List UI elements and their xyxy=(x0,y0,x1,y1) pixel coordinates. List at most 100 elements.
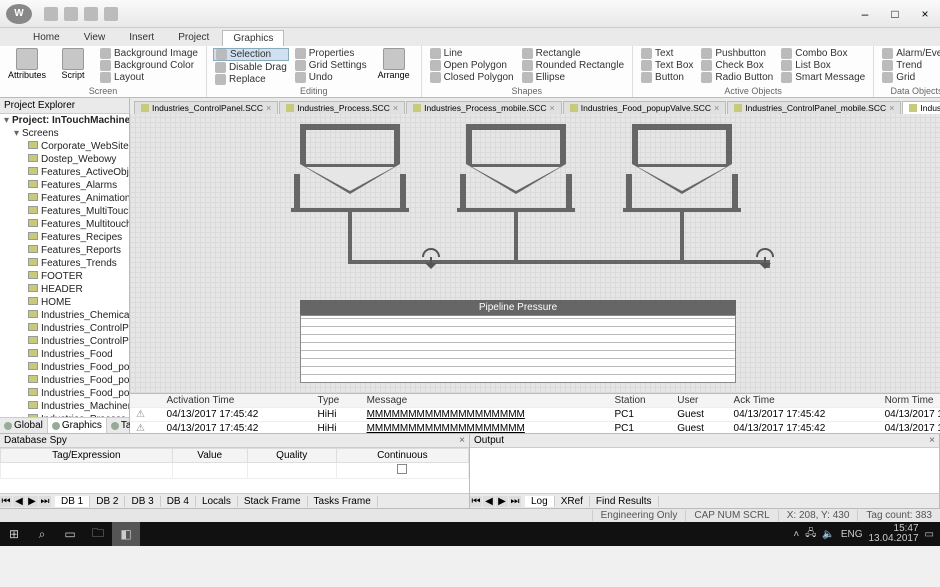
alarm-col-header[interactable]: Activation Time xyxy=(161,394,312,408)
arrange-button[interactable]: Arrange xyxy=(373,48,415,85)
tree-item[interactable]: Features_Alarms xyxy=(0,179,129,192)
dbspy-foot-tab[interactable]: Tasks Frame xyxy=(308,496,378,507)
valve-2[interactable] xyxy=(756,248,774,266)
alarm-col-header[interactable]: Message xyxy=(361,394,609,408)
tree-root[interactable]: ▾Project: InTouchMachineEdition.AP xyxy=(0,114,129,127)
dbspy-col-continuous[interactable]: Continuous xyxy=(336,449,468,463)
maximize-button[interactable]: □ xyxy=(880,3,910,25)
selection-button[interactable]: Selection xyxy=(213,48,289,61)
nav-first-icon[interactable]: ⏮ xyxy=(0,496,12,507)
dbspy-foot-tab[interactable]: Stack Frame xyxy=(238,496,308,507)
ribbon-tab-project[interactable]: Project xyxy=(167,29,220,46)
pipeline-pressure-table[interactable]: Pipeline Pressure xyxy=(300,300,736,383)
dbspy-foot-tab[interactable]: Locals xyxy=(196,496,238,507)
tree-item[interactable]: Industries_Food_popupMoto xyxy=(0,361,129,374)
nav-next-icon[interactable]: ▶ xyxy=(26,496,38,507)
nav-first-icon[interactable]: ⏮ xyxy=(470,496,482,507)
ribbon-tab-graphics[interactable]: Graphics xyxy=(222,30,284,46)
taskview-button[interactable]: ▭ xyxy=(56,522,84,546)
alarm-col-header[interactable] xyxy=(130,394,161,408)
checkbox-button[interactable]: Check Box xyxy=(699,60,775,71)
tree-item[interactable]: FOOTER xyxy=(0,270,129,283)
hopper-2[interactable] xyxy=(466,124,566,194)
pipe-1[interactable] xyxy=(348,208,352,260)
tree-item[interactable]: Industries_ControlPanel_mob xyxy=(0,335,129,348)
dbspy-foot-tab[interactable]: DB 4 xyxy=(161,496,196,507)
alarm-col-header[interactable]: Norm Time xyxy=(879,394,940,408)
output-body[interactable] xyxy=(470,448,939,493)
tree-item[interactable]: Features_Multitouch_popupFl xyxy=(0,218,129,231)
hopper-1[interactable] xyxy=(300,124,400,194)
dbspy-col-tag[interactable]: Tag/Expression xyxy=(1,449,173,463)
tree-item[interactable]: Features_ActiveObjects xyxy=(0,166,129,179)
search-button[interactable]: ⌕ xyxy=(28,522,56,546)
alarm-row[interactable]: ⚠04/13/2017 17:45:42HiHiMMMMMMMMMMMMMMMM… xyxy=(130,422,940,434)
openpoly-button[interactable]: Open Polygon xyxy=(428,60,516,71)
dbspy-foot-tab[interactable]: DB 1 xyxy=(55,496,90,507)
pipe-2[interactable] xyxy=(514,208,518,260)
continuous-checkbox[interactable] xyxy=(397,464,407,474)
tray-notifications-icon[interactable]: ▭ xyxy=(925,529,934,540)
tray-lang[interactable]: ENG xyxy=(841,529,863,540)
closedpoly-button[interactable]: Closed Polygon xyxy=(428,72,516,83)
trend-button[interactable]: Trend xyxy=(880,60,940,71)
output-close-icon[interactable]: × xyxy=(929,435,935,446)
app-taskbar-button[interactable]: ◧ xyxy=(112,522,140,546)
script-button[interactable]: Script xyxy=(52,48,94,85)
tree-item[interactable]: Industries_Food_popupTank xyxy=(0,374,129,387)
output-foot-tab[interactable]: XRef xyxy=(555,496,590,507)
tree-item[interactable]: Industries_Chemical xyxy=(0,309,129,322)
tree-item[interactable]: Industries_Food xyxy=(0,348,129,361)
tray-volume-icon[interactable]: 🔈 xyxy=(822,529,834,540)
roundrect-button[interactable]: Rounded Rectangle xyxy=(520,60,626,71)
tab-close-icon[interactable]: × xyxy=(889,103,894,113)
alarm-col-header[interactable]: Station xyxy=(608,394,671,408)
dbspy-foot-tab[interactable]: DB 3 xyxy=(125,496,160,507)
pushbutton-button[interactable]: Pushbutton xyxy=(699,48,775,59)
text-button[interactable]: Text xyxy=(639,48,695,59)
valve-1[interactable] xyxy=(422,248,440,266)
tree-item[interactable]: Features_Trends xyxy=(0,257,129,270)
alarm-col-header[interactable]: Type xyxy=(312,394,361,408)
doc-tab[interactable]: Industries_ControlPanel.SCC× xyxy=(134,101,278,114)
pe-tab-global[interactable]: Global xyxy=(0,418,48,433)
close-button[interactable]: × xyxy=(910,3,940,25)
tree-item[interactable]: Corporate_WebSite xyxy=(0,140,129,153)
dbspy-body[interactable]: Tag/Expression Value Quality Continuous xyxy=(0,448,469,493)
alarm-row[interactable]: ⚠04/13/2017 17:45:42HiHiMMMMMMMMMMMMMMMM… xyxy=(130,408,940,422)
tab-close-icon[interactable]: × xyxy=(714,103,719,113)
output-foot-tab[interactable]: Log xyxy=(525,496,555,507)
design-canvas[interactable]: Pipeline Pressure xyxy=(130,114,940,393)
listbox-button[interactable]: List Box xyxy=(779,60,867,71)
layout-button[interactable]: Layout xyxy=(98,72,200,83)
qat-more-icon[interactable] xyxy=(104,7,118,21)
ribbon-tab-view[interactable]: View xyxy=(73,29,117,46)
tab-close-icon[interactable]: × xyxy=(550,103,555,113)
qat-redo-icon[interactable] xyxy=(84,7,98,21)
ribbon-tab-home[interactable]: Home xyxy=(22,29,71,46)
dbspy-col-value[interactable]: Value xyxy=(172,449,247,463)
gridobj-button[interactable]: Grid xyxy=(880,72,940,83)
tree-item[interactable]: Features_Reports xyxy=(0,244,129,257)
pe-tab-graphics[interactable]: Graphics xyxy=(48,418,107,433)
nav-last-icon[interactable]: ⏭ xyxy=(39,496,51,507)
disabledrag-button[interactable]: Disable Drag xyxy=(213,62,289,73)
alarm-grid[interactable]: Activation TimeTypeMessageStationUserAck… xyxy=(130,393,940,433)
tree-screens[interactable]: ▾Screens xyxy=(0,127,129,140)
tree-item[interactable]: Features_Animations xyxy=(0,192,129,205)
tree-item[interactable]: Features_Recipes xyxy=(0,231,129,244)
nav-prev-icon[interactable]: ◀ xyxy=(13,496,25,507)
properties-button[interactable]: Properties xyxy=(293,48,369,59)
combo-button[interactable]: Combo Box xyxy=(779,48,867,59)
nav-prev-icon[interactable]: ◀ xyxy=(483,496,495,507)
smartmsg-button[interactable]: Smart Message xyxy=(779,72,867,83)
dbspy-close-icon[interactable]: × xyxy=(459,435,465,446)
nav-last-icon[interactable]: ⏭ xyxy=(509,496,521,507)
radio-button[interactable]: Radio Button xyxy=(699,72,775,83)
tab-close-icon[interactable]: × xyxy=(393,103,398,113)
line-button[interactable]: Line xyxy=(428,48,516,59)
tree-item[interactable]: Industries_ControlPanel xyxy=(0,322,129,335)
qat-undo-icon[interactable] xyxy=(64,7,78,21)
doc-tab[interactable]: Industries_Process.SCC× xyxy=(279,101,405,114)
output-foot-tab[interactable]: Find Results xyxy=(590,496,659,507)
